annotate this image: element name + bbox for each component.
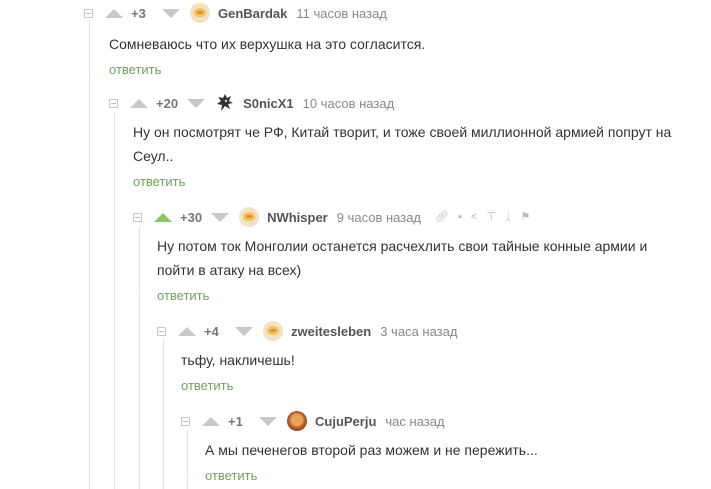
comment-time[interactable]: час назад	[385, 414, 444, 429]
upvote-icon[interactable]	[105, 8, 123, 18]
save-icon[interactable]: ▪	[458, 211, 462, 223]
pikachu-avatar-icon[interactable]	[239, 207, 260, 227]
rating: +3	[131, 5, 146, 21]
collapse-toggle[interactable]	[84, 8, 93, 18]
rating: +30	[180, 209, 203, 225]
collapse-toggle[interactable]	[109, 98, 118, 108]
reply-link[interactable]: ответить	[133, 174, 185, 189]
comment-tools: 🔗︎ ▪ < ⊤ ᛣ ⚑	[435, 211, 531, 223]
reply-link[interactable]: ответить	[109, 62, 161, 77]
pikachu-avatar-icon[interactable]	[263, 321, 283, 341]
upvote-icon[interactable]	[154, 212, 172, 222]
comment-time[interactable]: 9 часов назад	[337, 210, 421, 225]
author-name[interactable]: S0nicX1	[243, 96, 294, 111]
comment-text: Ну он посмотрят че РФ, Китай творит, и т…	[133, 124, 672, 164]
branch-top-icon[interactable]: ⊤	[486, 211, 496, 223]
pikachu-avatar-icon[interactable]	[190, 3, 210, 23]
comment-text: А мы печенегов второй раз можем и не пер…	[205, 442, 538, 458]
cuju-avatar-icon[interactable]	[287, 411, 307, 431]
author-name[interactable]: NWhisper	[267, 210, 328, 225]
share-icon[interactable]: <	[471, 211, 477, 223]
downvote-icon[interactable]	[187, 98, 206, 108]
rating: +4	[204, 323, 219, 339]
reply-link[interactable]: ответить	[157, 288, 209, 303]
downvote-icon[interactable]	[211, 212, 230, 222]
thread-line	[114, 112, 115, 489]
link-icon[interactable]: 🔗︎	[435, 211, 449, 223]
author-name[interactable]: CujuPerju	[315, 414, 376, 429]
comment-time[interactable]: 11 часов назад	[296, 6, 387, 21]
reply-link[interactable]: ответить	[181, 378, 233, 393]
comment-text: тьфу, накличешь!	[181, 352, 295, 368]
thread-line	[139, 226, 140, 489]
thread-line	[187, 430, 188, 489]
reply-link[interactable]: ответить	[205, 468, 257, 483]
thread-line	[89, 20, 90, 489]
thread-line	[163, 340, 164, 489]
downvote-icon[interactable]	[235, 326, 253, 336]
author-name[interactable]: GenBardak	[218, 6, 287, 21]
comment-text: Ну потом ток Монголии останется расчехли…	[157, 238, 648, 278]
collapse-toggle[interactable]	[133, 212, 142, 222]
collapse-toggle[interactable]	[181, 416, 190, 426]
rating: +20	[156, 95, 179, 111]
collapse-toggle[interactable]	[157, 326, 166, 336]
comment-time[interactable]: 3 часа назад	[380, 324, 457, 339]
upvote-icon[interactable]	[130, 98, 148, 108]
comment-text: Сомневаюсь что их верхушка на это соглас…	[109, 36, 426, 52]
comment-time[interactable]: 10 часов назад	[303, 96, 395, 111]
downvote-icon[interactable]	[162, 8, 180, 18]
upvote-icon[interactable]	[178, 326, 196, 336]
dragon-avatar-icon[interactable]	[215, 93, 235, 113]
rating: +1	[228, 413, 243, 429]
upvote-icon[interactable]	[202, 416, 220, 426]
downvote-icon[interactable]	[259, 416, 277, 426]
branch-icon[interactable]: ᛣ	[505, 211, 512, 223]
report-flag-icon[interactable]: ⚑	[521, 211, 531, 223]
author-name[interactable]: zweitesleben	[291, 324, 371, 339]
